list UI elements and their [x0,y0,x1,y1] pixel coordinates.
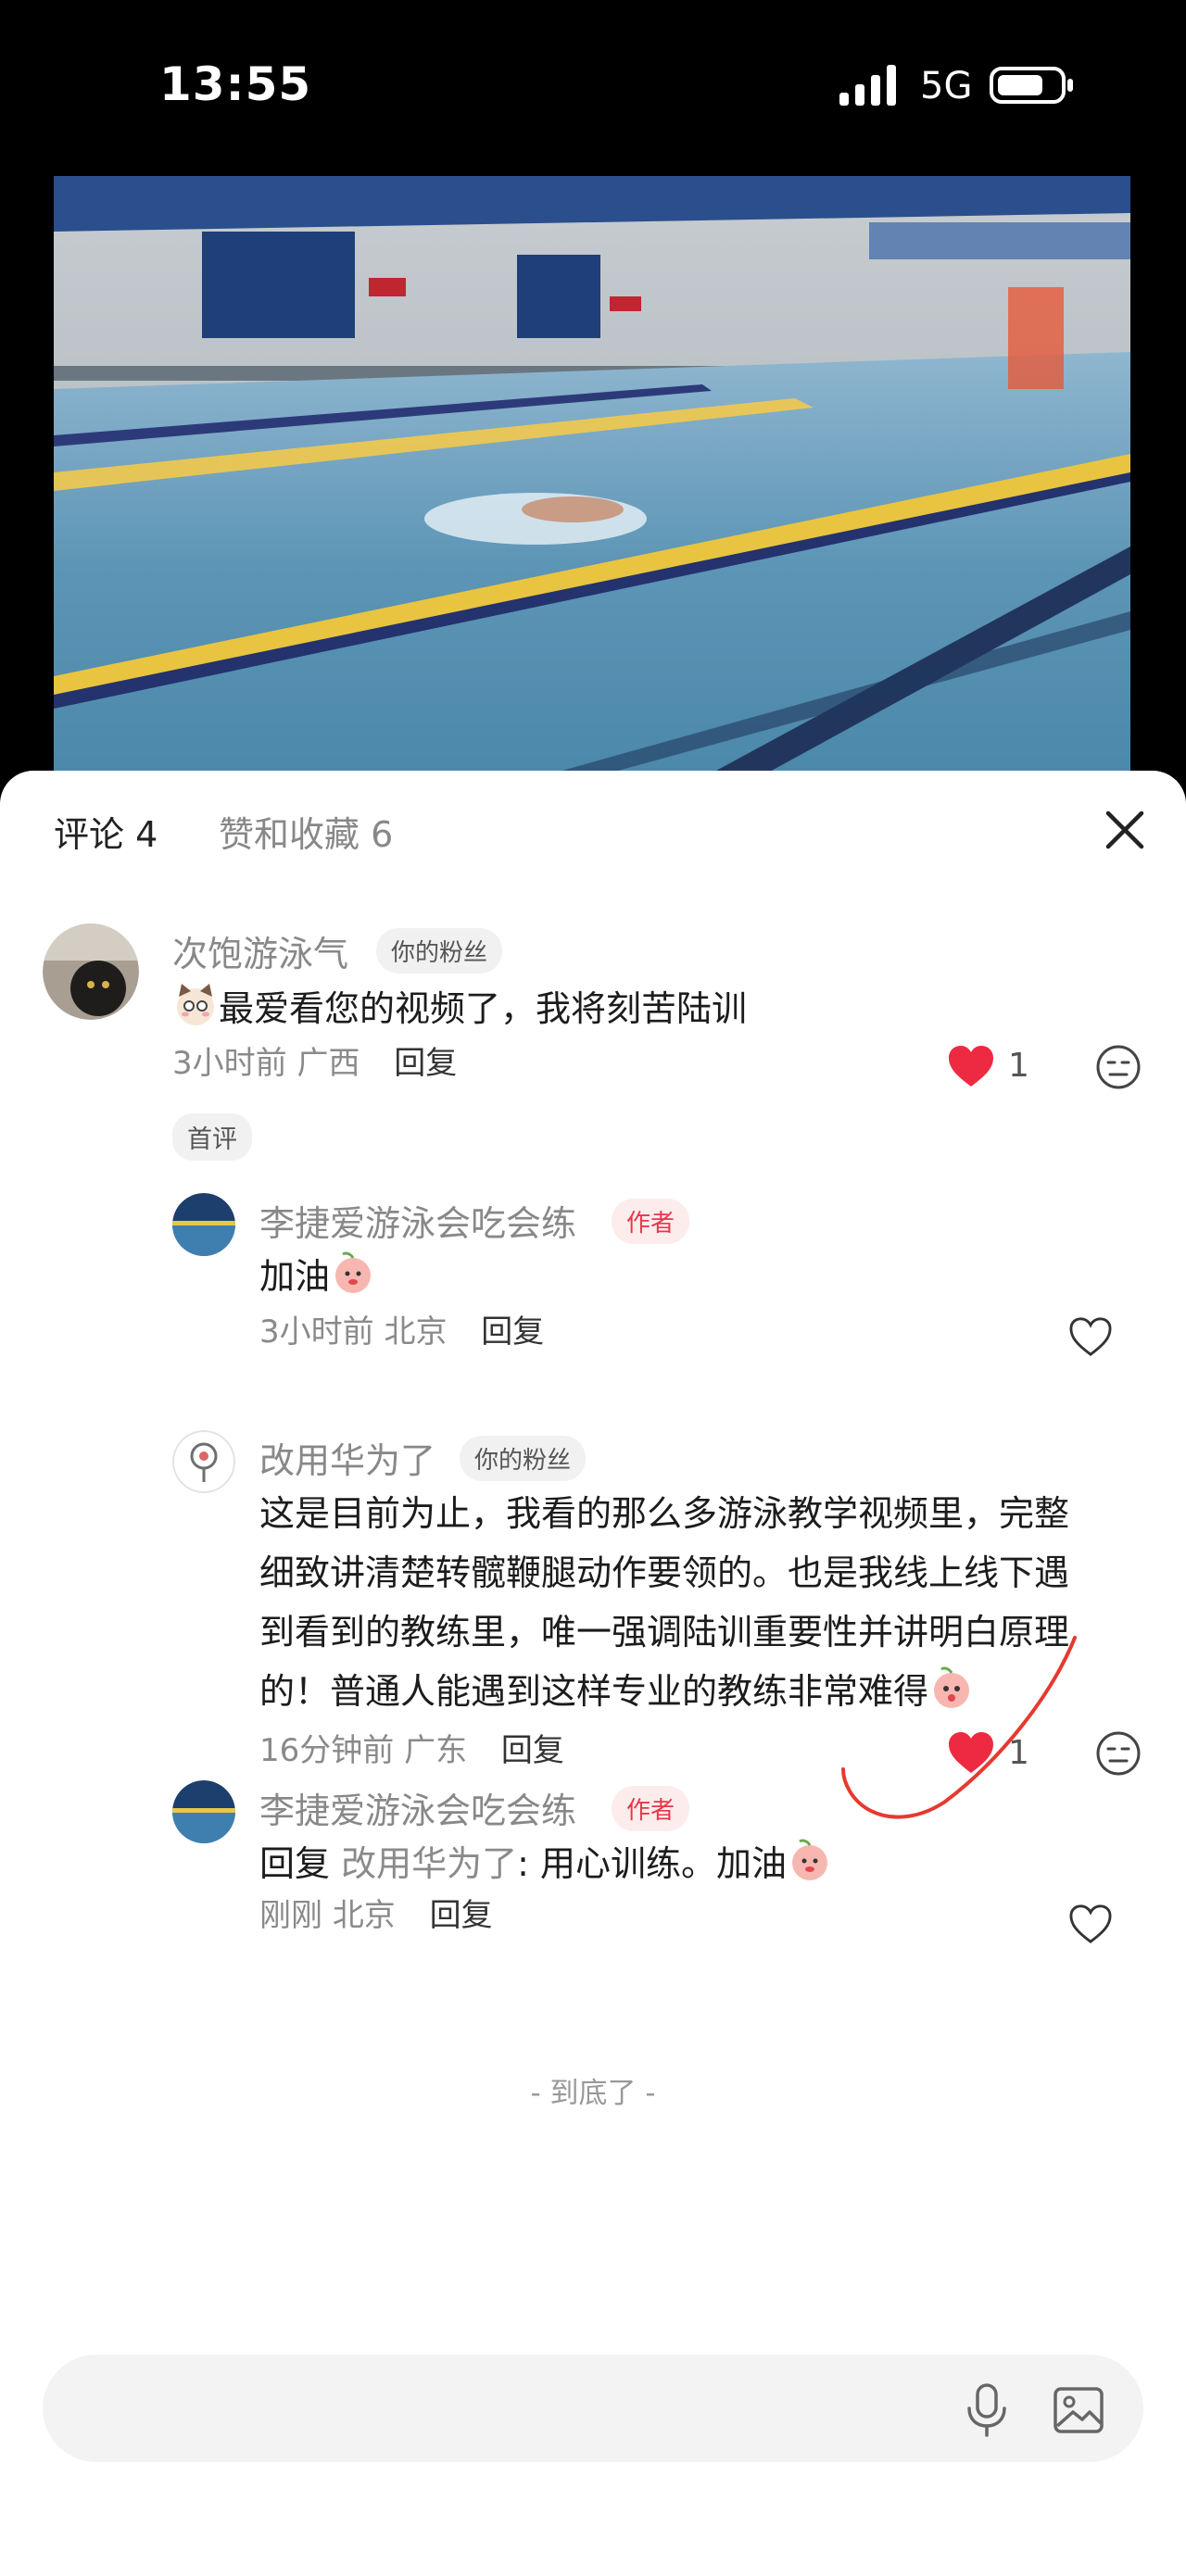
reply-meta: 刚刚 北京 回复 [259,1890,493,1935]
close-icon[interactable] [1103,808,1147,852]
peach-emoji-icon [792,1839,828,1880]
reply-location: 北京 [384,1313,448,1351]
comment-text: 最爱看您的视频了，我将刻苦陆训 [172,979,747,1038]
avatar[interactable] [43,924,139,1020]
cat-emoji-icon [177,984,214,1025]
reply-button[interactable]: 回复 [501,1732,564,1769]
tab-comments[interactable]: 评论 4 [54,806,158,857]
reply-meta: 16分钟前 广东 回复 [259,1725,564,1770]
reply-time: 刚刚 [259,1897,322,1934]
reply-text-content: : 用心训练。加油 [517,1843,788,1884]
comment-time: 3小时前 [172,1045,287,1082]
reply-text-content: 加油 [259,1256,331,1297]
fan-badge: 你的粉丝 [376,928,503,974]
reply-text: 回复 改用华为了: 用心训练。加油 [259,1834,833,1893]
peach-emoji-icon [934,1666,970,1708]
reply-text-line: 的！普通人能遇到这样专业的教练非常难得 [259,1662,975,1721]
peach-emoji-icon [335,1251,372,1293]
comment-panel: 评论 4 赞和收藏 6 次饱游泳气 你的粉丝 最爱看您的视频了，我将刻苦陆训 3… [0,771,1186,2576]
reply-username[interactable]: 改用华为了 [259,1432,435,1483]
avatar[interactable] [172,1780,235,1843]
avatar[interactable] [172,1430,235,1493]
reply-text-content: 的！普通人能遇到这样专业的教练非常难得 [259,1671,929,1712]
image-icon[interactable] [1053,2384,1104,2436]
heart-filled-icon[interactable] [947,1730,995,1775]
reply-time: 16分钟前 [259,1732,395,1769]
fan-badge: 你的粉丝 [460,1436,587,1481]
author-badge: 作者 [612,1199,690,1244]
end-of-list-hint: - 到底了 - [530,2077,656,2110]
comment-username[interactable]: 次饱游泳气 [172,925,348,976]
reply-meta: 3小时前 北京 回复 [259,1306,544,1351]
reply-username[interactable]: 李捷爱游泳会吃会练 [259,1782,576,1833]
status-bar: 13:55 5G [0,0,1186,176]
heart-outline-icon[interactable] [1067,1315,1114,1358]
heart-outline-icon[interactable] [1067,1903,1114,1945]
first-comment-tag: 首评 [172,1113,252,1161]
signal-icon [839,65,896,106]
battery-icon [990,67,1073,104]
reply-time: 3小时前 [259,1313,374,1351]
reply-button[interactable]: 回复 [394,1045,457,1082]
reply-text-line: 到看到的教练里，唯一强调陆训重要性并讲明白原理 [259,1612,1070,1652]
reply-text: 加油 [259,1247,376,1306]
dislike-face-icon[interactable] [1095,1044,1142,1090]
avatar[interactable] [172,1193,235,1256]
like-count: 1 [1008,1047,1029,1085]
video-frame[interactable] [54,176,1130,778]
network-label: 5G [920,65,973,107]
comment-text-content: 最爱看您的视频了，我将刻苦陆训 [219,988,748,1029]
reply-button[interactable]: 回复 [430,1897,493,1934]
tab-likes-and-saves[interactable]: 赞和收藏 6 [219,806,393,857]
reply-text-line: 这是目前为止，我看的那么多游泳教学视频里，完整 [259,1493,1070,1534]
reply-button[interactable]: 回复 [481,1313,544,1351]
reply-username[interactable]: 李捷爱游泳会吃会练 [259,1195,576,1246]
like-count: 1 [1008,1734,1029,1772]
reply-text-line: 细致讲清楚转髋鞭腿动作要领的。也是我线上线下遇 [259,1552,1070,1593]
comment-location: 广西 [296,1045,360,1082]
heart-filled-icon[interactable] [947,1044,995,1088]
reply-to-user[interactable]: 改用华为了 [341,1843,517,1884]
author-badge: 作者 [612,1786,690,1831]
microphone-icon[interactable] [962,2382,1012,2438]
reply-location: 广东 [404,1732,468,1769]
video-area[interactable] [0,176,1186,778]
status-time: 13:55 [159,57,312,111]
comment-meta: 3小时前 广西 回复 [172,1037,457,1083]
reply-location: 北京 [332,1897,396,1934]
reply-prefix: 回复 [259,1843,331,1884]
dislike-face-icon[interactable] [1095,1730,1142,1777]
